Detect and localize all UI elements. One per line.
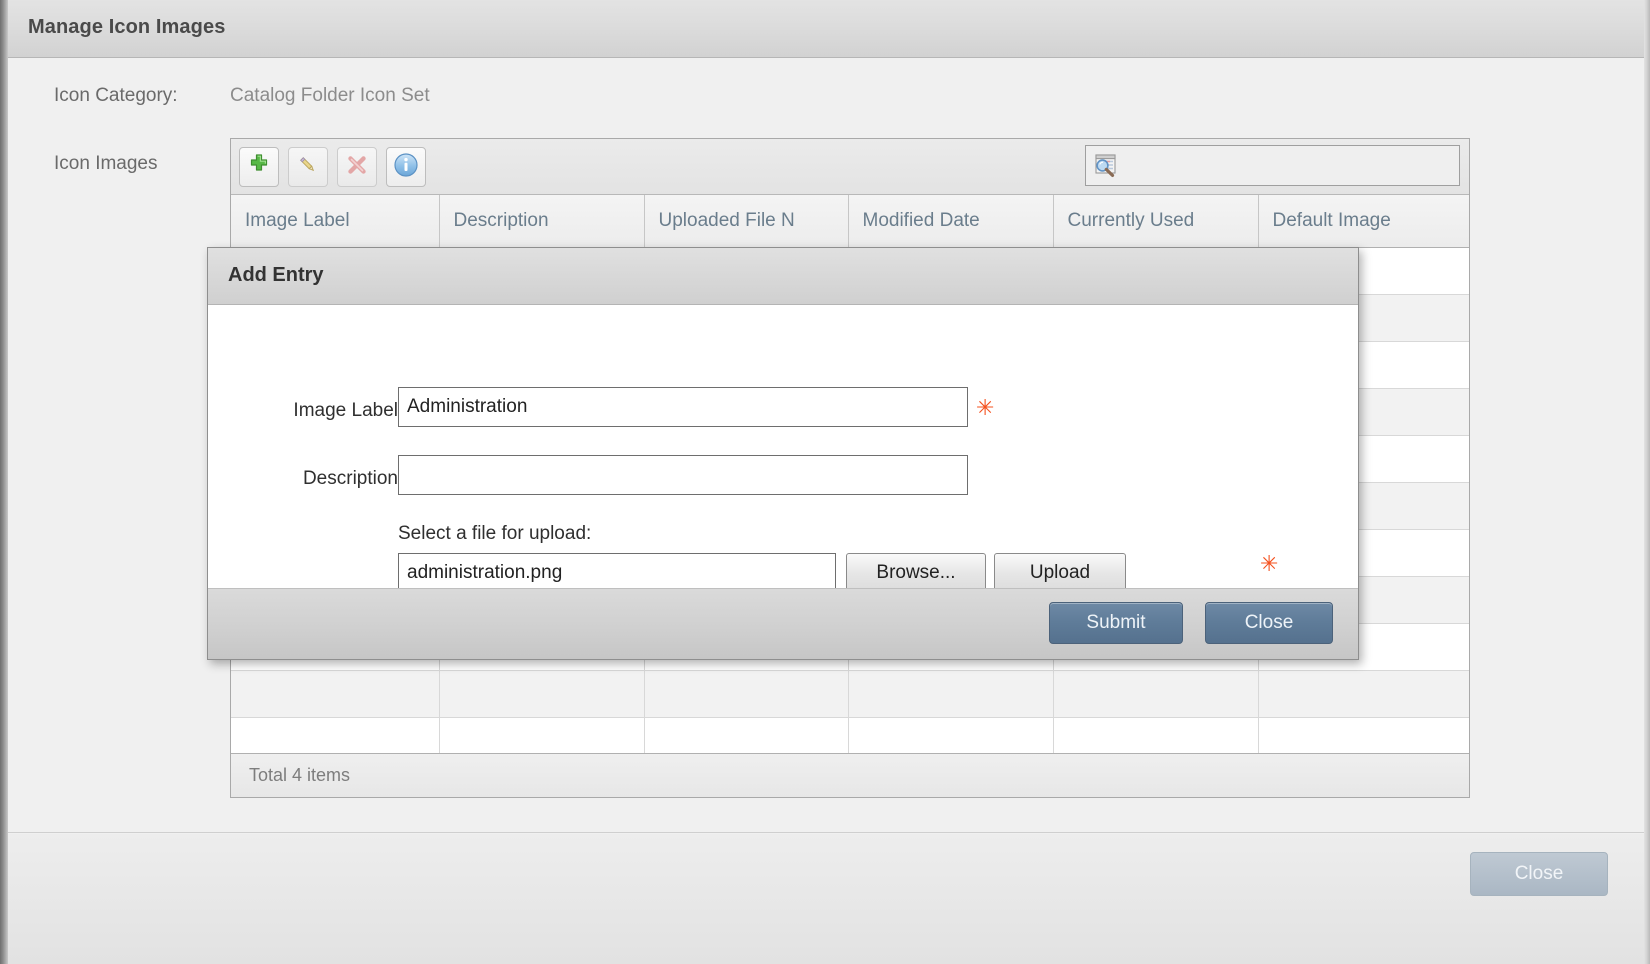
upload-caption: Select a file for upload:: [398, 523, 592, 544]
dialog-title: Add Entry: [228, 264, 324, 286]
description-input[interactable]: [398, 455, 968, 495]
window-close-button[interactable]: Close: [1470, 852, 1608, 896]
window-footer: Close: [8, 834, 1644, 964]
plus-icon: [247, 153, 271, 182]
column-header-modified-date[interactable]: Modified Date: [848, 195, 1054, 248]
upload-button[interactable]: Upload: [994, 553, 1126, 593]
total-items-label: Total 4 items: [249, 765, 351, 785]
column-header-uploaded-file-name[interactable]: Uploaded File N: [644, 195, 849, 248]
upload-required-asterisk: ✳: [1260, 552, 1279, 577]
dialog-submit-button[interactable]: Submit: [1049, 602, 1183, 644]
column-header-image-label[interactable]: Image Label: [231, 195, 440, 248]
image-label-input[interactable]: [398, 387, 968, 427]
delete-x-icon: [345, 153, 369, 182]
image-label-field-label: Image Label: [293, 400, 398, 421]
cell-modified-date: [848, 670, 1054, 718]
cell-currently-used: [1053, 670, 1259, 718]
icon-category-value: Catalog Folder Icon Set: [230, 85, 430, 106]
info-icon: [393, 152, 419, 183]
cell-uploaded-file: [644, 670, 849, 718]
cell-image-label: [231, 670, 440, 718]
table-row[interactable]: [231, 670, 1469, 718]
page-title: Manage Icon Images: [28, 16, 226, 38]
icon-images-label: Icon Images: [54, 153, 158, 174]
window-right-edge: [1644, 0, 1650, 964]
file-path-input[interactable]: [398, 553, 836, 593]
cell-default-image: [1258, 670, 1469, 718]
dialog-footer: Submit Close: [208, 588, 1358, 659]
pencil-icon: [296, 153, 320, 182]
cell-description: [439, 670, 645, 718]
description-field-label: Description: [302, 468, 398, 489]
table-header-row: Image Label Description Uploaded File N …: [231, 195, 1469, 248]
dialog-close-button[interactable]: Close: [1205, 602, 1333, 644]
dialog-header: Add Entry: [208, 248, 1358, 305]
add-entry-button[interactable]: [239, 147, 279, 187]
image-label-required-asterisk: ✳: [976, 396, 995, 421]
browse-button[interactable]: Browse...: [846, 553, 986, 593]
info-button[interactable]: [386, 147, 426, 187]
manage-icon-images-window: Manage Icon Images Icon Category: Catalo…: [0, 0, 1650, 964]
dialog-body: Image Label ✳ Description Select a file …: [208, 305, 1358, 593]
column-header-default-image[interactable]: Default Image: [1258, 195, 1469, 248]
delete-entry-button[interactable]: [337, 147, 377, 187]
search-input[interactable]: [1122, 145, 1459, 186]
grid-status-bar: Total 4 items: [231, 753, 1469, 797]
window-left-edge: [0, 0, 8, 964]
column-header-currently-used[interactable]: Currently Used: [1053, 195, 1259, 248]
search-field[interactable]: [1085, 145, 1460, 186]
column-header-description[interactable]: Description: [439, 195, 645, 248]
search-document-icon: [1090, 150, 1122, 182]
icon-category-label: Icon Category:: [54, 85, 178, 106]
edit-entry-button[interactable]: [288, 147, 328, 187]
window-titlebar: Manage Icon Images: [8, 0, 1644, 58]
add-entry-dialog: Add Entry Image Label ✳ Description Sele…: [207, 247, 1359, 660]
grid-toolbar: [231, 139, 1469, 195]
